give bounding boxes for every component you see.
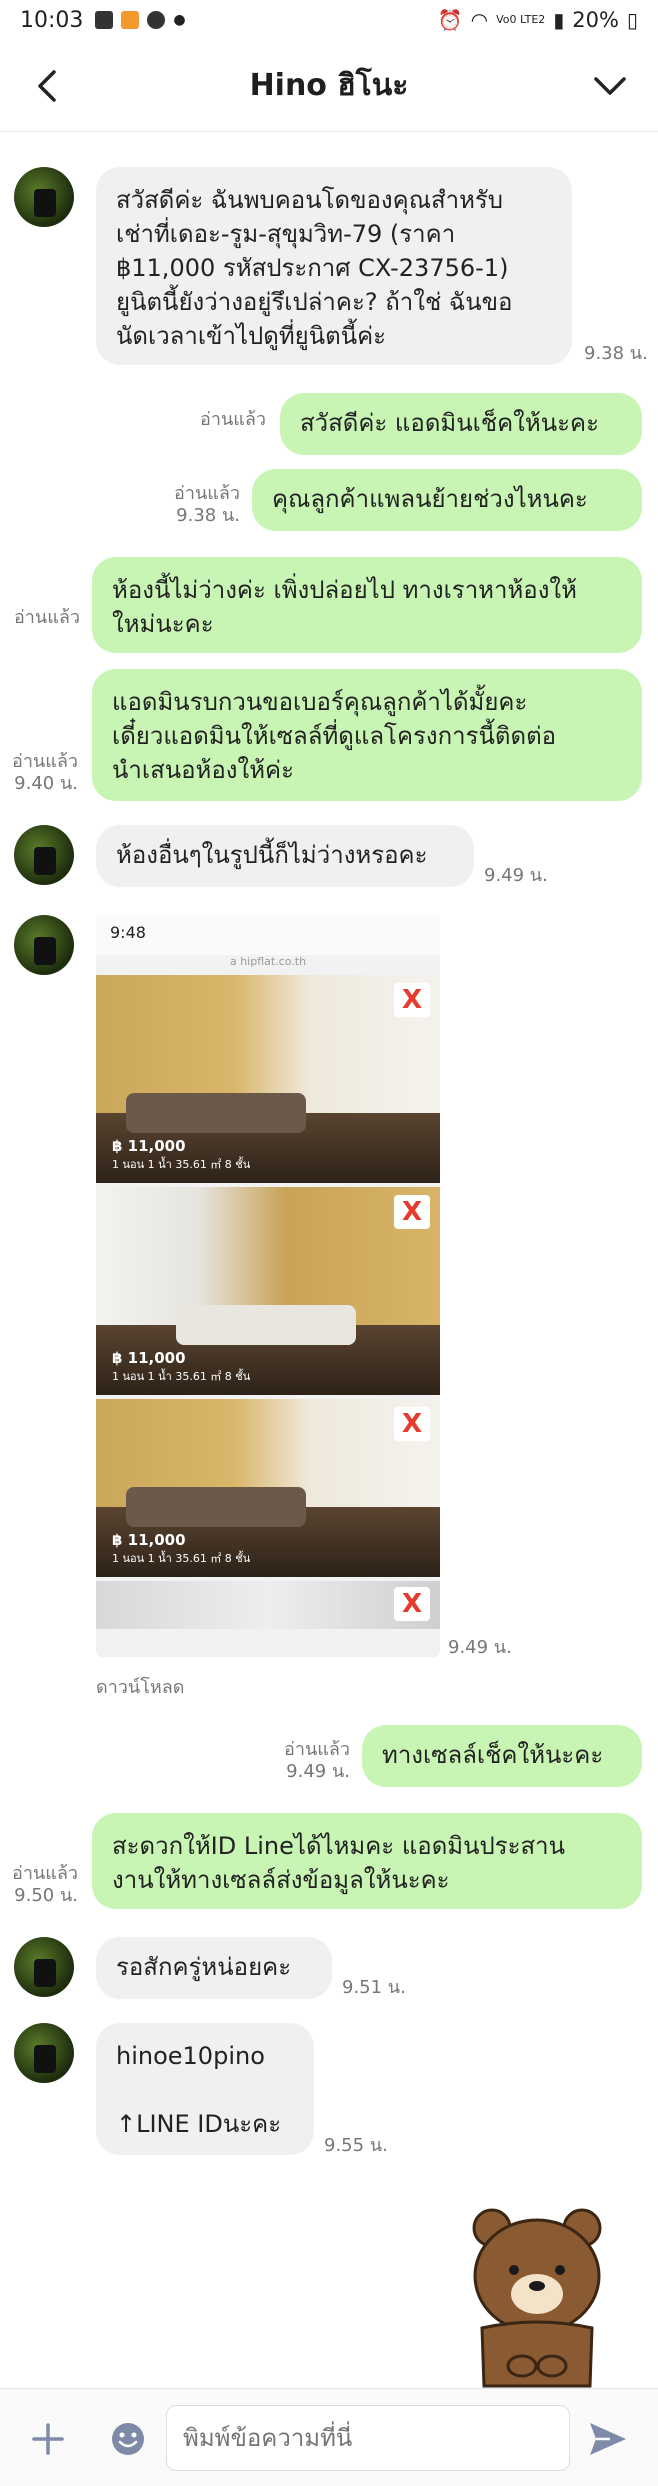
chat-header: Hino ฮิโนะ xyxy=(0,40,658,132)
wifi-icon: ◠ xyxy=(470,8,489,32)
listing-spec: 1 นอน 1 น้ำ 35.61 ㎡ 8 ชั้น xyxy=(112,1552,251,1565)
avatar[interactable] xyxy=(14,1937,74,1997)
more-dot-icon: ● xyxy=(173,12,186,28)
outgoing-message[interactable]: คุณลูกค้าแพลนย้ายช่วงไหนคะ xyxy=(252,469,642,531)
message-notification-icon xyxy=(147,11,166,29)
read-receipt-time: อ่านแล้ว 9.50 น. xyxy=(12,1863,78,1906)
listing-spec: 1 นอน 1 น้ำ 35.61 ㎡ 8 ชั้น xyxy=(112,1370,251,1383)
incoming-message[interactable]: สวัสดีค่ะ ฉันพบคอนโดของคุณสำหรับ เช่าที่… xyxy=(96,167,572,365)
emoji-icon[interactable] xyxy=(108,2419,148,2459)
input-bar xyxy=(0,2388,658,2486)
bear-sticker-icon[interactable] xyxy=(462,2198,612,2388)
message-time: 9.38 น. xyxy=(584,343,648,364)
photo-sofa xyxy=(126,1093,306,1133)
chat-title: Hino ฮิโนะ xyxy=(249,68,409,103)
app-notification-icon xyxy=(121,11,140,29)
plus-icon[interactable] xyxy=(28,2419,68,2459)
message-list[interactable]: สวัสดีค่ะ ฉันพบคอนโดของคุณสำหรับ เช่าที่… xyxy=(0,133,658,2388)
listing-photo: X ฿ 11,000 1 นอน 1 น้ำ 35.61 ㎡ 8 ชั้น xyxy=(96,1187,440,1395)
back-arrow-icon[interactable] xyxy=(28,66,68,106)
read-receipt: อ่านแล้ว xyxy=(14,607,80,628)
status-time: 10:03 xyxy=(20,7,84,33)
send-icon[interactable] xyxy=(586,2419,630,2459)
message-input[interactable] xyxy=(166,2405,570,2471)
incoming-message[interactable]: รอสักครู่หน่อยคะ xyxy=(96,1937,332,1999)
listing-photo: X ฿ 11,000 1 นอน 1 น้ำ 35.61 ㎡ 8 ชั้น xyxy=(96,975,440,1183)
notification-icons: ● xyxy=(95,11,186,29)
listing-logo-icon: X xyxy=(394,1195,430,1229)
message-time: 9.49 น. xyxy=(484,865,548,886)
listing-logo-icon: X xyxy=(394,1587,430,1621)
screenshot-time: 9:48 xyxy=(110,923,146,942)
outgoing-message[interactable]: สะดวกให้ID Lineได้ไหมคะ แอดมินประสาน งาน… xyxy=(92,1813,642,1909)
listing-price: ฿ 11,000 xyxy=(112,1349,186,1367)
avatar[interactable] xyxy=(14,915,74,975)
image-message[interactable]: 9:48 a hipflat.co.th X ฿ 11,000 1 นอน 1 … xyxy=(96,915,440,1657)
listing-logo-icon: X xyxy=(394,983,430,1017)
listing-photo: X xyxy=(96,1581,440,1629)
outgoing-message[interactable]: ห้องนี้ไม่ว่างค่ะ เพิ่งปล่อยไป ทางเราหาห… xyxy=(92,557,642,653)
photo-sofa xyxy=(176,1305,356,1345)
listing-logo-icon: X xyxy=(394,1407,430,1441)
outgoing-message[interactable]: สวัสดีค่ะ แอดมินเช็คให้นะคะ xyxy=(280,393,642,455)
avatar[interactable] xyxy=(14,167,74,227)
avatar[interactable] xyxy=(14,825,74,885)
read-receipt-time: อ่านแล้ว 9.49 น. xyxy=(284,1739,350,1782)
incoming-message[interactable]: ห้องอื่นๆในรูปนี้ก็ไม่ว่างหรอคะ xyxy=(96,825,474,887)
battery-percent: 20% xyxy=(572,8,619,32)
screenshot-url: a hipflat.co.th xyxy=(229,955,307,968)
read-receipt-time: อ่านแล้ว 9.40 น. xyxy=(12,751,78,794)
read-receipt-time: อ่านแล้ว 9.38 น. xyxy=(174,483,240,526)
outgoing-message[interactable]: ทางเซลล์เช็คให้นะคะ xyxy=(362,1725,642,1787)
download-link[interactable]: ดาวน์โหลด xyxy=(96,1677,184,1699)
avatar[interactable] xyxy=(14,2023,74,2083)
outgoing-message[interactable]: แอดมินรบกวนขอเบอร์คุณลูกค้าได้มั้ยคะ เดี… xyxy=(92,669,642,801)
message-time: 9.55 น. xyxy=(324,2135,388,2156)
message-time: 9.49 น. xyxy=(448,1637,512,1658)
signal-icon: ▮ xyxy=(553,8,565,32)
listing-price: ฿ 11,000 xyxy=(112,1531,186,1549)
incoming-message[interactable]: hinoe10pino ↑LINE IDนะคะ xyxy=(96,2023,314,2155)
listing-spec: 1 นอน 1 น้ำ 35.61 ㎡ 8 ชั้น xyxy=(112,1158,251,1171)
listing-price: ฿ 11,000 xyxy=(112,1137,186,1155)
network-label: Vo0 LTE2 xyxy=(496,13,546,26)
listing-photo: X ฿ 11,000 1 นอน 1 น้ำ 35.61 ㎡ 8 ชั้น xyxy=(96,1399,440,1577)
alarm-icon: ⏰ xyxy=(437,8,463,32)
battery-icon: ▯ xyxy=(626,8,638,32)
status-bar: 10:03 ● ⏰ ◠ Vo0 LTE2 ▮ 20% ▯ xyxy=(0,0,658,40)
read-receipt: อ่านแล้ว xyxy=(200,409,266,430)
screenshot-statusbar: 9:48 xyxy=(96,915,440,955)
message-time: 9.51 น. xyxy=(342,1977,406,1998)
gallery-notification-icon xyxy=(95,11,114,29)
photo-sofa xyxy=(126,1487,306,1527)
chevron-down-icon[interactable] xyxy=(590,66,630,106)
